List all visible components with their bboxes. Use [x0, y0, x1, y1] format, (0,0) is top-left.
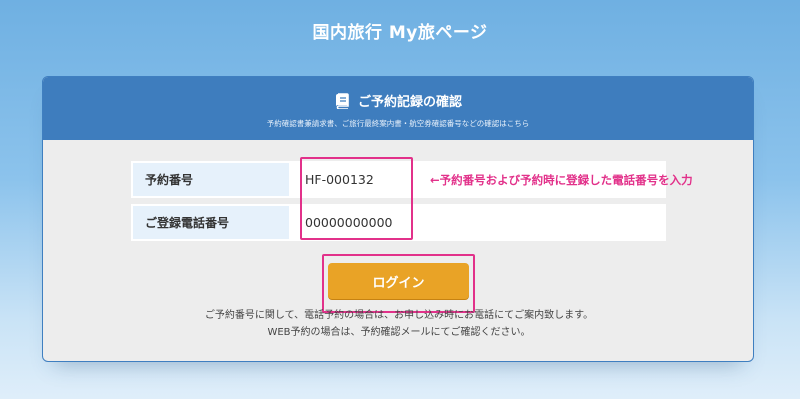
help-note: ご予約番号に関して、電話予約の場合は、お申し込み時にお電話にてご案内致します。 …	[43, 307, 753, 341]
reservation-card: ご予約記録の確認 予約確認書兼請求書、ご旅行最終案内書・航空券確認番号などの確認…	[42, 76, 754, 362]
input-annotation: ←予約番号および予約時に登録した電話番号を入力	[430, 173, 693, 187]
login-button[interactable]: ログイン	[328, 263, 469, 299]
card-title: ご予約記録の確認	[357, 95, 462, 110]
phone-number-label: ご登録電話番号	[131, 204, 291, 241]
help-note-line-2: WEB予約の場合は、予約確認メールにてご確認ください。	[267, 327, 531, 338]
page-title: 国内旅行 My旅ページ	[312, 23, 488, 43]
reservation-number-label: 予約番号	[131, 161, 291, 198]
card-header: ご予約記録の確認 予約確認書兼請求書、ご旅行最終案内書・航空券確認番号などの確認…	[43, 77, 753, 140]
card-title-row: ご予約記録の確認	[43, 77, 753, 110]
help-note-line-1: ご予約番号に関して、電話予約の場合は、お申し込み時にお電話にてご案内致します。	[204, 310, 594, 321]
input-highlight-box	[300, 157, 413, 240]
card-subtitle: 予約確認書兼請求書、ご旅行最終案内書・航空券確認番号などの確認はこちら	[266, 119, 530, 128]
book-icon	[335, 92, 349, 109]
